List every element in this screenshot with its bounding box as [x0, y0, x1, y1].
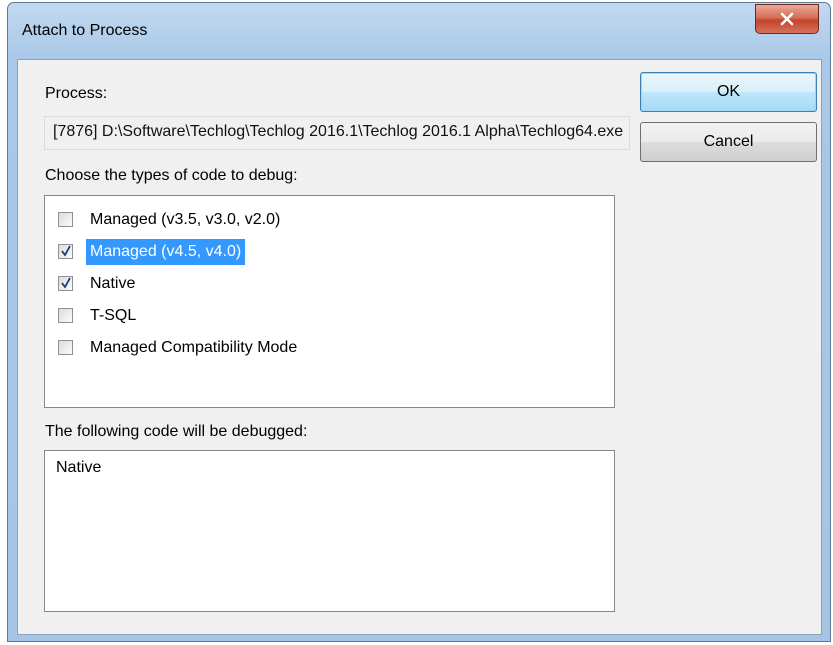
- title-bar[interactable]: Attach to Process: [8, 3, 830, 59]
- native-checkbox[interactable]: [58, 276, 73, 291]
- code-type-item-managed-v35[interactable]: Managed (v3.5, v3.0, v2.0): [45, 204, 614, 236]
- managed-v35-checkbox[interactable]: [58, 212, 73, 227]
- code-type-label: Managed (v3.5, v3.0, v2.0): [90, 211, 281, 228]
- checkmark-icon: [61, 277, 71, 289]
- code-types-list[interactable]: Managed (v3.5, v3.0, v2.0) Managed (v4.5…: [44, 195, 615, 408]
- tsql-checkbox[interactable]: [58, 308, 73, 323]
- code-type-label: T-SQL: [90, 307, 137, 324]
- close-button[interactable]: [755, 4, 819, 34]
- code-type-item-native[interactable]: Native: [45, 268, 614, 300]
- cancel-button[interactable]: Cancel: [640, 122, 817, 162]
- debugged-label: The following code will be debugged:: [45, 423, 308, 440]
- code-type-item-tsql[interactable]: T-SQL: [45, 300, 614, 332]
- close-icon: [780, 12, 794, 26]
- ok-button[interactable]: OK: [640, 72, 817, 112]
- checkmark-icon: [61, 245, 71, 257]
- code-type-item-managed-v45[interactable]: Managed (v4.5, v4.0): [45, 236, 614, 268]
- dialog-title: Attach to Process: [22, 22, 148, 39]
- code-type-label: Managed (v4.5, v4.0): [86, 239, 246, 265]
- code-types-label: Choose the types of code to debug:: [45, 167, 298, 184]
- process-label: Process:: [45, 85, 108, 102]
- debugged-code-value: Native: [56, 459, 102, 476]
- code-type-item-managed-compat[interactable]: Managed Compatibility Mode: [45, 332, 614, 364]
- managed-compat-checkbox[interactable]: [58, 340, 73, 355]
- process-field[interactable]: [7876] D:\Software\Techlog\Techlog 2016.…: [44, 116, 630, 150]
- debugged-code-box[interactable]: Native: [44, 450, 615, 612]
- dialog-body: Process: [7876] D:\Software\Techlog\Tech…: [17, 59, 822, 635]
- code-type-label: Native: [90, 275, 136, 292]
- code-type-label: Managed Compatibility Mode: [90, 339, 298, 356]
- attach-to-process-dialog: Attach to Process Process: [7876] D:\Sof…: [7, 2, 831, 642]
- managed-v45-checkbox[interactable]: [58, 244, 73, 259]
